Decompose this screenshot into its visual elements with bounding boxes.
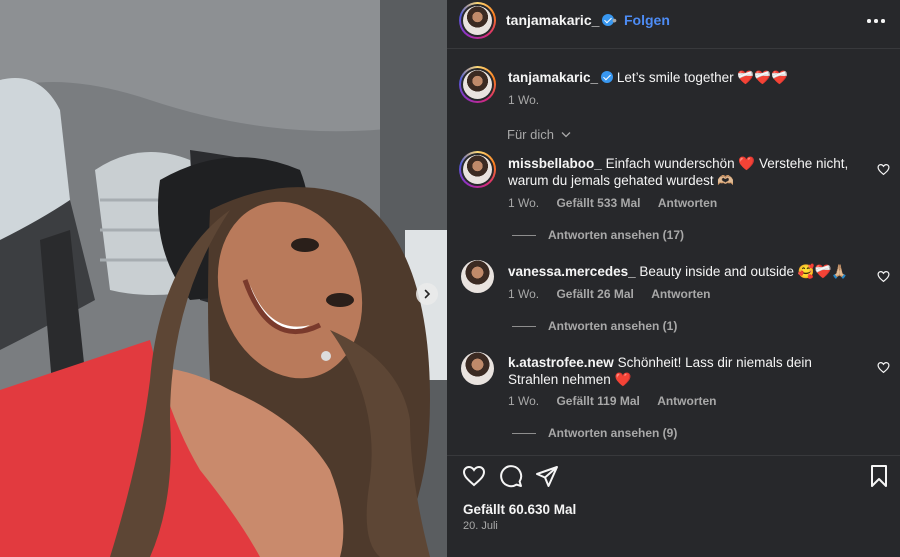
comment-time: 1 Wo.: [508, 287, 540, 301]
separator-dot: •: [612, 12, 617, 28]
comment-item: k.atastrofee.new Schönheit! Lass dir nie…: [508, 354, 856, 388]
selfie-illustration: [0, 0, 447, 557]
comment-like-heart-icon[interactable]: [877, 361, 890, 374]
comment-like-heart-icon[interactable]: [877, 163, 890, 176]
comment-time: 1 Wo.: [508, 394, 540, 408]
comment-sort-dropdown[interactable]: Für dich: [507, 127, 571, 142]
post-like-count[interactable]: Gefällt 60.630 Mal: [463, 502, 576, 517]
comment-bubble-icon[interactable]: [499, 464, 523, 488]
chevron-right-icon: [424, 289, 431, 299]
more-options-button[interactable]: [866, 14, 886, 28]
view-replies-button[interactable]: Antworten ansehen (9): [512, 426, 677, 440]
author-username-header[interactable]: tanjamakaric_: [506, 12, 615, 28]
comment-avatar[interactable]: [459, 151, 496, 188]
header-divider: [447, 48, 900, 49]
bookmark-icon[interactable]: [867, 464, 891, 488]
replies-line: [512, 325, 536, 327]
author-avatar[interactable]: [459, 2, 496, 39]
next-photo-button[interactable]: [416, 283, 438, 305]
view-replies-label: Antworten ansehen (1): [548, 319, 678, 333]
like-heart-icon[interactable]: [462, 464, 486, 488]
replies-line: [512, 432, 536, 434]
comment-avatar[interactable]: [461, 352, 494, 385]
chevron-down-icon: [561, 132, 571, 138]
post-date: 20. Juli: [463, 520, 498, 532]
view-replies-label: Antworten ansehen (17): [548, 228, 685, 242]
comment-like-count[interactable]: Gefällt 533 Mal: [556, 196, 640, 210]
reply-button[interactable]: Antworten: [657, 394, 716, 408]
post-photo[interactable]: [0, 0, 447, 557]
view-replies-button[interactable]: Antworten ansehen (17): [512, 228, 684, 242]
caption-username[interactable]: tanjamakaric_: [508, 70, 598, 85]
share-paper-plane-icon[interactable]: [535, 464, 559, 488]
view-replies-button[interactable]: Antworten ansehen (1): [512, 319, 677, 333]
comment-time: 1 Wo.: [508, 196, 540, 210]
comment-meta: 1 Wo. Gefällt 533 Mal Antworten: [508, 196, 731, 210]
actions-divider: [447, 455, 900, 456]
replies-line: [512, 234, 536, 236]
comment-meta: 1 Wo. Gefällt 26 Mal Antworten: [508, 287, 725, 301]
caption-avatar[interactable]: [459, 66, 496, 103]
author-username-text[interactable]: tanjamakaric_: [506, 12, 599, 28]
caption: tanjamakaric_ Let’s smile together ❤️‍🩹❤…: [508, 70, 788, 86]
comment-meta: 1 Wo. Gefällt 119 Mal Antworten: [508, 394, 731, 408]
follow-button[interactable]: Folgen: [624, 12, 670, 28]
caption-time: 1 Wo.: [508, 93, 540, 107]
comment-text: Beauty inside and outside 🥰❤️‍🩹🙏🏼: [639, 264, 849, 279]
comment-avatar[interactable]: [461, 260, 494, 293]
comment-username[interactable]: vanessa.mercedes_: [508, 264, 636, 279]
more-dot: [874, 19, 878, 23]
instagram-post-view: tanjamakaric_ • Folgen tanjamakaric_ Let…: [0, 0, 900, 557]
comment-sort-label: Für dich: [507, 127, 554, 142]
comment-like-count[interactable]: Gefällt 119 Mal: [556, 394, 639, 408]
comment-like-heart-icon[interactable]: [877, 270, 890, 283]
verified-badge-icon: [601, 71, 614, 83]
reply-button[interactable]: Antworten: [658, 196, 717, 210]
comment-username[interactable]: k.atastrofee.new: [508, 355, 614, 370]
comment-like-count[interactable]: Gefällt 26 Mal: [556, 287, 633, 301]
caption-text: Let’s smile together ❤️‍🩹❤️‍🩹❤️‍🩹: [616, 70, 788, 85]
view-replies-label: Antworten ansehen (9): [548, 426, 678, 440]
more-dot: [881, 19, 885, 23]
comment-item: missbellaboo_ Einfach wunderschön ❤️ Ver…: [508, 155, 856, 189]
more-horizontal-icon: [867, 19, 871, 23]
comment-username[interactable]: missbellaboo_: [508, 156, 602, 171]
comment-item: vanessa.mercedes_ Beauty inside and outs…: [508, 263, 856, 280]
reply-button[interactable]: Antworten: [651, 287, 710, 301]
